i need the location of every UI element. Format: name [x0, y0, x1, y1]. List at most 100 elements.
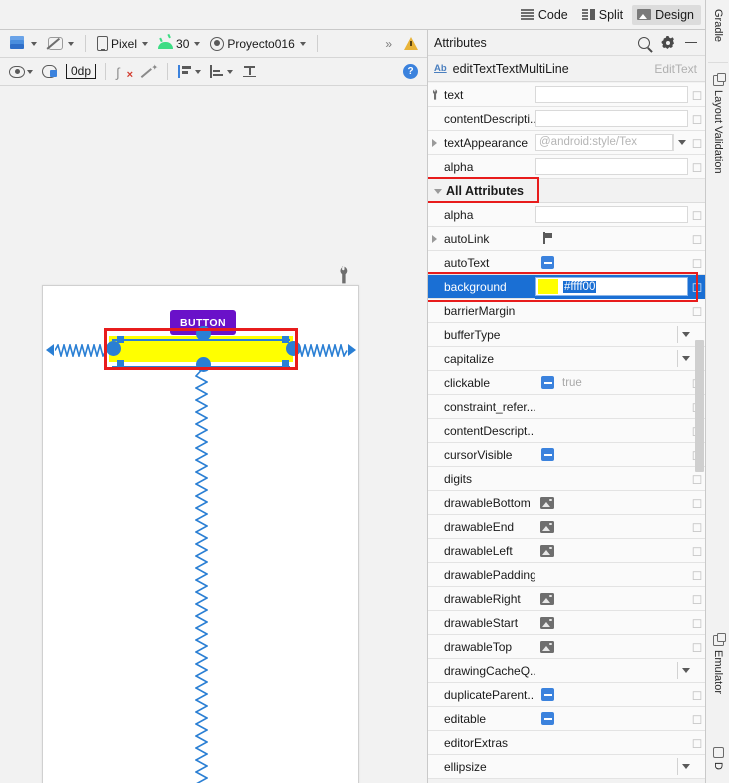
- attr-resource-picker[interactable]: ◻: [691, 135, 703, 151]
- expand-arrow-icon[interactable]: [432, 235, 437, 243]
- attr-row-editable[interactable]: editable ◻: [428, 707, 706, 731]
- attr-row-drawableright[interactable]: drawableRight ◻: [428, 587, 706, 611]
- align-button[interactable]: [206, 63, 237, 81]
- default-margin-button[interactable]: 0dp: [66, 64, 97, 79]
- background-color-value[interactable]: #ffff00: [563, 280, 597, 293]
- tab-code[interactable]: Code: [516, 5, 575, 25]
- attr-resource-picker[interactable]: ◻: [691, 111, 703, 127]
- checkbox-icon[interactable]: [541, 376, 554, 389]
- clear-constraints-button[interactable]: ∫: [112, 63, 136, 81]
- checkbox-icon[interactable]: [541, 712, 554, 725]
- attr-row-text[interactable]: text ◻: [428, 83, 706, 107]
- minimize-icon[interactable]: [685, 41, 697, 44]
- attr-row-drawableleft[interactable]: drawableLeft ◻: [428, 539, 706, 563]
- attr-resource-picker[interactable]: ◻: [691, 591, 703, 607]
- attr-resource-picker[interactable]: ◻: [691, 711, 703, 727]
- attr-resource-picker[interactable]: ◻: [691, 639, 703, 655]
- attr-resource-picker[interactable]: ◻: [691, 231, 703, 247]
- image-icon[interactable]: [540, 592, 554, 605]
- attr-row-drawablestart[interactable]: drawableStart ◻: [428, 611, 706, 635]
- image-icon[interactable]: [540, 616, 554, 629]
- attr-row-drawablepadding[interactable]: drawablePadding ◻: [428, 563, 706, 587]
- attr-row-cursorvisible[interactable]: cursorVisible ◻: [428, 443, 706, 467]
- attr-row-ellipsize[interactable]: ellipsize: [428, 755, 706, 779]
- attr-row-autolink[interactable]: autoLink ◻: [428, 227, 706, 251]
- warning-triangle-icon[interactable]: [404, 37, 418, 50]
- image-icon[interactable]: [540, 544, 554, 557]
- expand-arrow-icon[interactable]: [432, 139, 437, 147]
- attr-resource-picker[interactable]: ◻: [691, 543, 703, 559]
- design-canvas[interactable]: BUTTON + −: [0, 86, 427, 783]
- attr-row-drawablebottom[interactable]: drawableBottom ◻: [428, 491, 706, 515]
- color-swatch[interactable]: [538, 279, 558, 294]
- attr-row-barriermargin[interactable]: barrierMargin ◻: [428, 299, 706, 323]
- flag-icon[interactable]: [541, 232, 554, 245]
- help-icon[interactable]: ?: [403, 64, 418, 79]
- view-options-button[interactable]: [5, 64, 37, 80]
- guideline-button[interactable]: [238, 63, 261, 81]
- tab-split[interactable]: Split: [577, 5, 630, 25]
- attr-row-alpha[interactable]: alpha ◻: [428, 203, 706, 227]
- search-icon[interactable]: [638, 36, 650, 49]
- attr-resource-picker[interactable]: ◻: [691, 735, 703, 751]
- attr-text-input[interactable]: [535, 86, 688, 103]
- chevron-down-icon[interactable]: [677, 326, 693, 343]
- wrench-icon[interactable]: [337, 266, 351, 284]
- attr-resource-picker[interactable]: ◻: [691, 303, 703, 319]
- attr-row-digits[interactable]: digits ◻: [428, 467, 706, 491]
- gear-icon[interactable]: [661, 36, 674, 49]
- attr-row-duplicateparentstate[interactable]: duplicateParent... ◻: [428, 683, 706, 707]
- attributes-scrollbar[interactable]: [695, 340, 704, 472]
- attr-row-drawableend[interactable]: drawableEnd ◻: [428, 515, 706, 539]
- chevron-down-icon[interactable]: [673, 134, 689, 151]
- attr-resource-picker[interactable]: ◻: [691, 159, 703, 175]
- chevron-down-icon[interactable]: [677, 758, 693, 775]
- tab-design[interactable]: Design: [632, 4, 701, 25]
- tool-tab-layout-validation[interactable]: Layout Validation: [706, 70, 729, 190]
- attr-row-constraint-referenced-ids[interactable]: constraint_refer... ◻: [428, 395, 706, 419]
- attr-resource-picker[interactable]: ◻: [691, 471, 703, 487]
- attr-text-input[interactable]: [535, 206, 688, 223]
- attr-text-input[interactable]: [535, 110, 688, 127]
- attr-resource-picker[interactable]: ◻: [691, 687, 703, 703]
- tool-tab-emulator[interactable]: Emulator: [706, 630, 729, 710]
- image-icon[interactable]: [540, 496, 554, 509]
- attr-row-textappearance[interactable]: textAppearance @android:style/Tex ◻: [428, 131, 706, 155]
- checkbox-icon[interactable]: [541, 448, 554, 461]
- attr-row-alpha-featured[interactable]: alpha ◻: [428, 155, 706, 179]
- attr-resource-picker[interactable]: ◻: [691, 87, 703, 103]
- attr-row-background[interactable]: background #ffff00 ◻: [428, 272, 706, 302]
- device-selector[interactable]: Pixel: [93, 34, 152, 53]
- chevron-down-icon[interactable]: [677, 350, 693, 367]
- tool-tab-device[interactable]: D: [706, 742, 729, 783]
- chevron-down-icon[interactable]: [677, 662, 693, 679]
- attr-resource-picker[interactable]: ◻: [691, 207, 703, 223]
- attr-row-clickable[interactable]: clickable true◻: [428, 371, 706, 395]
- attr-row-autotext[interactable]: autoText ◻: [428, 251, 706, 275]
- attributes-list[interactable]: text ◻ contentDescripti... ◻ textAppeara…: [428, 83, 706, 783]
- toolbar-overflow-button[interactable]: »: [385, 37, 392, 51]
- attr-text-input[interactable]: [535, 158, 688, 175]
- theme-selector[interactable]: Proyecto016: [206, 35, 309, 53]
- blueprint-toggle-button[interactable]: [43, 34, 78, 53]
- attr-row-drawabletop[interactable]: drawableTop ◻: [428, 635, 706, 659]
- infer-constraints-button[interactable]: [137, 63, 161, 81]
- checkbox-icon[interactable]: [541, 688, 554, 701]
- image-icon[interactable]: [540, 640, 554, 653]
- attr-resource-picker[interactable]: ◻: [691, 567, 703, 583]
- attr-row-buffertype[interactable]: bufferType: [428, 323, 706, 347]
- attr-resource-picker[interactable]: ◻: [691, 495, 703, 511]
- tool-tab-gradle[interactable]: Gradle: [706, 4, 729, 54]
- attr-resource-picker[interactable]: ◻: [691, 279, 703, 295]
- attr-combo-value[interactable]: @android:style/Tex: [535, 134, 673, 151]
- attr-resource-picker[interactable]: ◻: [691, 255, 703, 271]
- attr-resource-picker[interactable]: ◻: [691, 519, 703, 535]
- checkbox-icon[interactable]: [541, 256, 554, 269]
- attr-row-drawingcachequality[interactable]: drawingCacheQ...: [428, 659, 706, 683]
- background-value-editor[interactable]: #ffff00: [535, 277, 688, 296]
- toggle-constraints-button[interactable]: [38, 63, 62, 80]
- image-icon[interactable]: [540, 520, 554, 533]
- design-surface-mode-button[interactable]: [5, 34, 41, 53]
- attr-row-contentdescription[interactable]: contentDescript... ◻: [428, 419, 706, 443]
- attr-resource-picker[interactable]: ◻: [691, 615, 703, 631]
